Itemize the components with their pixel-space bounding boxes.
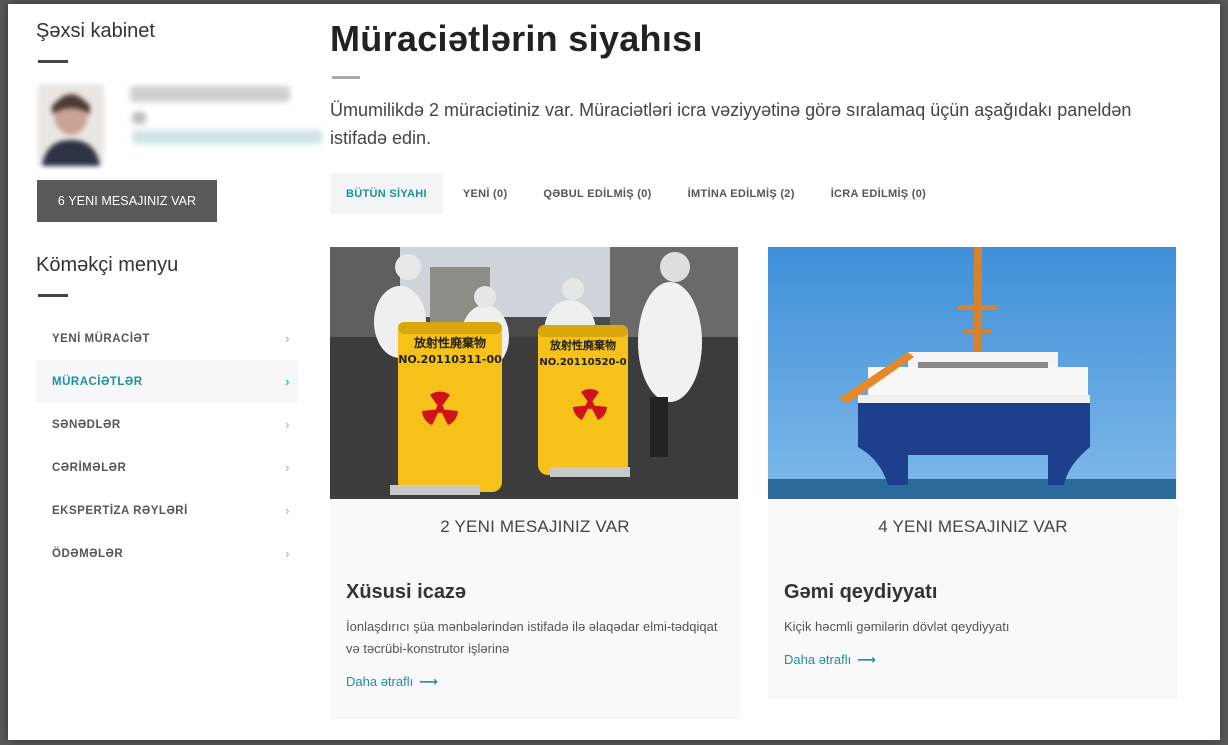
menu-item-fines[interactable]: CƏRİMƏLƏR ›: [36, 446, 298, 489]
helper-menu: YENİ MÜRACİƏT › MÜRACİƏTLƏR › SƏNƏDLƏR ›…: [36, 317, 298, 575]
chevron-right-icon: ›: [285, 546, 290, 561]
drum-label-2: 放射性廃棄物: [549, 338, 616, 352]
avatar[interactable]: [38, 84, 104, 166]
title-underline: [38, 60, 68, 63]
helper-menu-underline: [38, 294, 68, 297]
card-description: Kiçik həcmli gəmilərin dövlət qeydiyyatı: [784, 619, 1010, 634]
browser-frame: Şəxsi kabinet 6 YENI MESAJINIZ VAR Kömək…: [8, 4, 1220, 740]
page-title: Müraciətlərin siyahısı: [330, 18, 703, 59]
user-email-blurred: [132, 130, 322, 144]
card-image-ship[interactable]: [768, 247, 1176, 499]
chevron-right-icon: ›: [285, 417, 290, 432]
drum-label-1: 放射性廃棄物: [413, 335, 486, 350]
tab-executed[interactable]: İCRA EDİLMİŞ (0): [815, 174, 942, 214]
menu-item-applications[interactable]: MÜRACİƏTLƏR ›: [36, 360, 298, 403]
more-link-label: Daha ətraflı: [346, 674, 414, 689]
main-content: Müraciətlərin siyahısı Ümumilikdə 2 müra…: [330, 4, 1210, 740]
title-underline: [332, 76, 360, 79]
chevron-right-icon: ›: [285, 460, 290, 475]
arrow-right-icon: ⟶: [857, 652, 876, 667]
card-title[interactable]: Xüsusi icazə: [346, 581, 740, 604]
menu-item-expertise[interactable]: EKSPERTİZA RƏYLƏRİ ›: [36, 489, 298, 532]
personal-cabinet-title: Şəxsi kabinet: [36, 20, 155, 42]
drum-code-1: NO.20110311-00: [398, 353, 502, 366]
menu-item-label: YENİ MÜRACİƏT: [52, 332, 150, 345]
sidebar: Şəxsi kabinet 6 YENI MESAJINIZ VAR Kömək…: [8, 4, 322, 740]
menu-item-payments[interactable]: ÖDƏMƏLƏR ›: [36, 532, 298, 575]
card-title[interactable]: Gəmi qeydiyyatı: [784, 581, 1178, 604]
tab-all[interactable]: BÜTÜN SİYAHI: [330, 174, 443, 214]
status-tabs: BÜTÜN SİYAHI YENİ (0) QƏBUL EDİLMİŞ (0) …: [330, 174, 946, 214]
user-id-blurred: [132, 112, 146, 124]
more-link-label: Daha ətraflı: [784, 652, 852, 667]
application-card[interactable]: 4 YENI MESAJINIZ VAR Gəmi qeydiyyatı Kiç…: [768, 247, 1178, 699]
user-name-blurred: [130, 86, 290, 102]
menu-item-label: MÜRACİƏTLƏR: [52, 375, 143, 388]
more-link[interactable]: Daha ətraflı ⟶: [784, 652, 876, 668]
chevron-right-icon: ›: [285, 331, 290, 346]
card-messages-count: 2 YENI MESAJINIZ VAR: [440, 517, 630, 536]
messages-button[interactable]: 6 YENI MESAJINIZ VAR: [37, 180, 217, 222]
tab-accepted[interactable]: QƏBUL EDİLMİŞ (0): [527, 174, 667, 214]
helper-menu-title: Köməkçi menyu: [36, 254, 179, 276]
application-card[interactable]: 放射性廃棄物 NO.20110311-00 放射性廃棄物 NO.20110520…: [330, 247, 740, 719]
card-description: İonlaşdırıcı şüa mənbələrindən istifadə …: [346, 619, 718, 656]
tab-rejected[interactable]: İMTİNA EDİLMİŞ (2): [672, 174, 811, 214]
tab-new[interactable]: YENİ (0): [447, 174, 524, 214]
menu-item-new-application[interactable]: YENİ MÜRACİƏT ›: [36, 317, 298, 360]
menu-item-label: CƏRİMƏLƏR: [52, 461, 127, 474]
intro-text: Ümumilikdə 2 müraciətiniz var. Müraciətl…: [330, 100, 1132, 148]
card-messages-count: 4 YENI MESAJINIZ VAR: [878, 517, 1068, 536]
menu-item-label: EKSPERTİZA RƏYLƏRİ: [52, 504, 188, 517]
chevron-right-icon: ›: [285, 374, 290, 389]
card-image-radiation-protest[interactable]: 放射性廃棄物 NO.20110311-00 放射性廃棄物 NO.20110520…: [330, 247, 738, 499]
chevron-right-icon: ›: [285, 503, 290, 518]
drum-code-2: NO.20110520-0: [539, 357, 626, 368]
more-link[interactable]: Daha ətraflı ⟶: [346, 674, 438, 690]
arrow-right-icon: ⟶: [419, 674, 438, 689]
menu-item-label: SƏNƏDLƏR: [52, 418, 121, 431]
menu-item-label: ÖDƏMƏLƏR: [52, 547, 124, 560]
menu-item-documents[interactable]: SƏNƏDLƏR ›: [36, 403, 298, 446]
